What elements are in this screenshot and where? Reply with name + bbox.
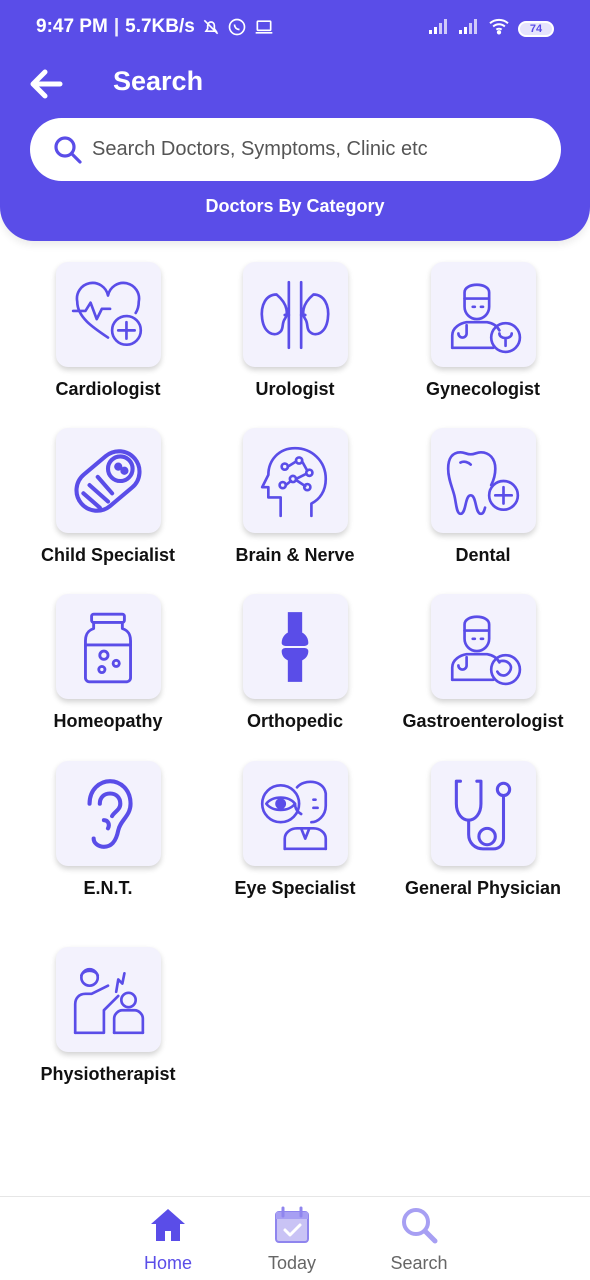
status-bar: 9:47 PM | 5.7KB/s 74 [0, 0, 590, 56]
kidneys-icon [260, 280, 330, 349]
category-tile [55, 428, 161, 533]
category-label: Gynecologist [425, 379, 541, 399]
laptop-icon [253, 17, 275, 37]
medicine-jar-icon [84, 612, 132, 683]
category-label: Homeopathy [53, 711, 163, 731]
physiotherapy-icon [73, 967, 145, 1034]
baby-icon [74, 448, 142, 513]
category-label: Urologist [255, 379, 335, 399]
category-label: Gastroenterologist [402, 711, 564, 731]
category-tile [55, 262, 161, 367]
category-tile [55, 761, 161, 866]
wifi-icon [488, 17, 510, 40]
arrow-left-icon [30, 69, 63, 99]
home-icon [151, 1209, 185, 1241]
category-general-physician[interactable]: General Physician [389, 761, 577, 898]
category-tile [430, 428, 536, 533]
category-label: E.N.T. [83, 878, 133, 898]
category-physiotherapist[interactable]: Physiotherapist [14, 947, 202, 1084]
category-ent[interactable]: E.N.T. [14, 761, 202, 898]
stethoscope-icon [454, 779, 512, 850]
status-speed: 5.7KB/s [125, 16, 195, 37]
category-tile [242, 428, 348, 533]
category-tile [430, 594, 536, 699]
section-subtitle: Doctors By Category [205, 196, 385, 216]
signal-2-icon [458, 17, 480, 40]
nav-search[interactable]: Search [369, 1205, 469, 1274]
status-separator: | [113, 16, 120, 37]
category-label: Dental [455, 545, 511, 565]
whatsapp-icon [227, 17, 247, 37]
ear-icon [87, 778, 133, 849]
category-homeopathy[interactable]: Homeopathy [14, 594, 202, 731]
tooth-plus-icon [446, 450, 520, 515]
category-eye-specialist[interactable]: Eye Specialist [201, 761, 389, 898]
signal-icon [428, 17, 450, 40]
app-header: 9:47 PM | 5.7KB/s 74 Search Search Docto… [0, 0, 590, 241]
search-input[interactable] [92, 138, 532, 161]
category-tile [430, 262, 536, 367]
status-right: 74 [428, 17, 554, 40]
nav-home[interactable]: Home [118, 1205, 218, 1274]
category-gastroenterologist[interactable]: Gastroenterologist [389, 594, 577, 731]
mute-notification-icon [201, 17, 221, 37]
brain-head-icon [260, 446, 328, 517]
category-tile [242, 761, 348, 866]
battery-icon: 74 [518, 20, 554, 37]
bone-joint-icon [281, 611, 309, 682]
status-time: 9:47 PM [36, 16, 108, 37]
eye-doctor-icon [260, 780, 328, 850]
category-brain-nerve[interactable]: Brain & Nerve [201, 428, 389, 565]
category-child-specialist[interactable]: Child Specialist [14, 428, 202, 565]
category-tile [55, 947, 161, 1052]
gastro-doctor-icon [450, 614, 522, 685]
nav-label: Search [390, 1253, 448, 1273]
nav-label: Today [267, 1253, 317, 1273]
category-urologist[interactable]: Urologist [201, 262, 389, 399]
category-label: Orthopedic [246, 711, 343, 731]
category-label: Cardiologist [55, 379, 161, 399]
category-orthopedic[interactable]: Orthopedic [201, 594, 389, 731]
search-icon [402, 1208, 438, 1244]
bottom-navigation: Home Today Search [0, 1196, 590, 1280]
heart-plus-icon [71, 281, 143, 346]
page-title: Search [113, 66, 204, 96]
category-label: General Physician [404, 878, 562, 898]
category-gynecologist[interactable]: Gynecologist [389, 262, 577, 399]
back-button[interactable] [26, 64, 68, 104]
category-label: Brain & Nerve [235, 545, 355, 565]
category-tile [55, 594, 161, 699]
category-label: Child Specialist [40, 545, 176, 565]
category-dental[interactable]: Dental [389, 428, 577, 565]
category-tile [430, 761, 536, 866]
calendar-check-icon [275, 1206, 309, 1243]
nav-today[interactable]: Today [242, 1205, 342, 1274]
nav-label: Home [143, 1253, 192, 1273]
category-tile [242, 594, 348, 699]
category-tile [242, 262, 348, 367]
status-left: 9:47 PM | 5.7KB/s [36, 16, 275, 38]
category-label: Physiotherapist [40, 1064, 176, 1084]
category-label: Eye Specialist [234, 878, 356, 898]
search-bar[interactable] [30, 118, 561, 181]
search-icon [54, 135, 82, 164]
category-cardiologist[interactable]: Cardiologist [14, 262, 202, 399]
gynecologist-doctor-icon [450, 282, 522, 353]
